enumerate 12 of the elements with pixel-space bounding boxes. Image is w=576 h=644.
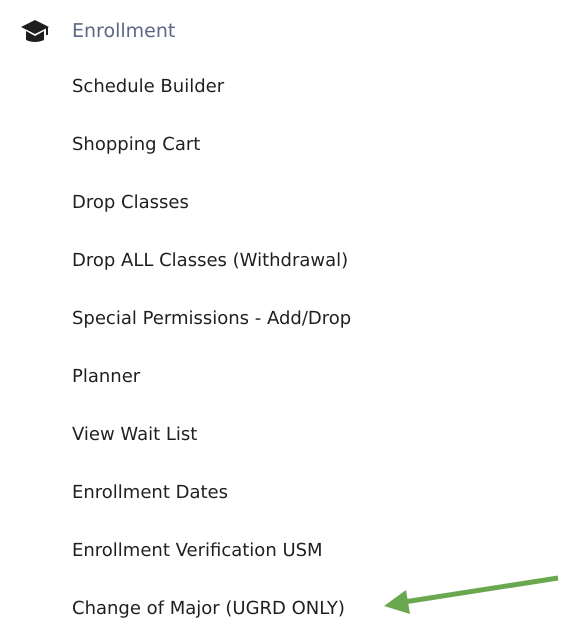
menu-link[interactable]: Change of Major (UGRD ONLY) <box>72 580 345 638</box>
menu-link[interactable]: Planner <box>72 348 140 406</box>
menu-link[interactable]: Special Permissions - Add/Drop <box>72 290 352 348</box>
menu-link[interactable]: Schedule Builder <box>72 58 224 116</box>
menu-link[interactable]: View Wait List <box>72 406 198 464</box>
menu-link[interactable]: Shopping Cart <box>72 116 200 174</box>
menu-link[interactable]: Drop ALL Classes (Withdrawal) <box>72 232 348 290</box>
menu-link[interactable]: Drop Classes <box>72 174 189 232</box>
menu-link[interactable]: Enrollment Dates <box>72 464 228 522</box>
section-title[interactable]: Enrollment <box>72 20 176 42</box>
graduation-cap-icon <box>20 18 50 44</box>
menu-link[interactable]: Enrollment Verification USM <box>72 522 323 580</box>
